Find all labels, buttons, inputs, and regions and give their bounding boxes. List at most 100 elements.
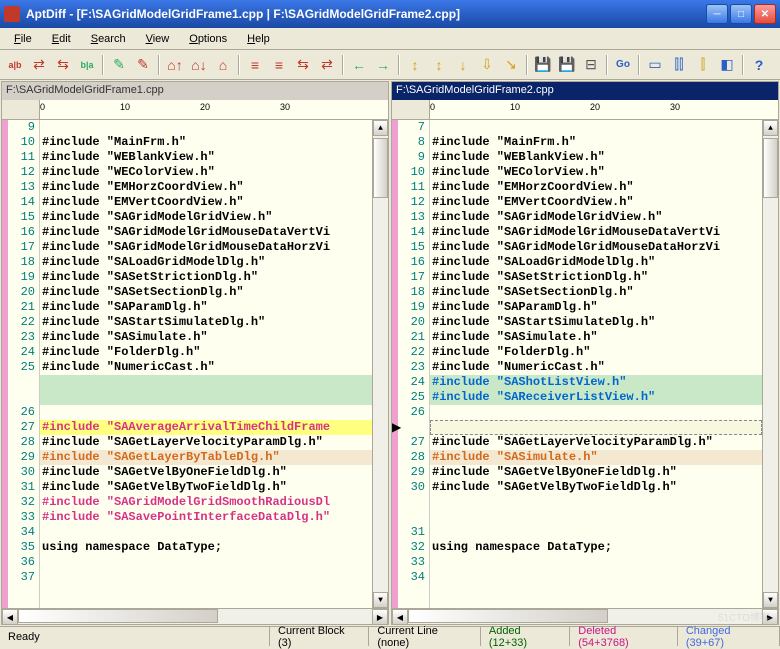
code-line[interactable]: [430, 495, 762, 510]
scroll-left-icon[interactable]: ◀: [2, 609, 18, 625]
code-line[interactable]: #include "EMHorzCoordView.h": [40, 180, 372, 195]
code-line[interactable]: using namespace DataType;: [40, 540, 372, 555]
code-line[interactable]: #include "SASimulate.h": [430, 330, 762, 345]
code-line[interactable]: #include "WEBlankView.h": [430, 150, 762, 165]
code-line[interactable]: [430, 420, 762, 435]
code-line[interactable]: #include "SASetSectionDlg.h": [430, 285, 762, 300]
code-line[interactable]: #include "SAGridModelGridMouseDataHorzVi: [40, 240, 372, 255]
left-hscroll[interactable]: ◀ ▶: [2, 608, 388, 624]
code-line[interactable]: #include "SASimulate.h": [40, 330, 372, 345]
left-pane-title[interactable]: F:\SAGridModelGridFrame1.cpp: [2, 82, 388, 100]
code-line[interactable]: #include "SAGridModelGridMouseDataVertVi: [430, 225, 762, 240]
tool-home-down[interactable]: ⌂↓: [188, 54, 210, 76]
code-line[interactable]: #include "SAStartSimulateDlg.h": [40, 315, 372, 330]
code-line[interactable]: [430, 555, 762, 570]
code-line[interactable]: #include "SAGetLayerVelocityParamDlg.h": [40, 435, 372, 450]
code-line[interactable]: #include "WEColorView.h": [40, 165, 372, 180]
code-line[interactable]: #include "FolderDlg.h": [40, 345, 372, 360]
left-vscroll[interactable]: ▲ ▼: [372, 120, 388, 608]
code-line[interactable]: #include "SAGetVelByTwoFieldDlg.h": [430, 480, 762, 495]
code-line[interactable]: [40, 120, 372, 135]
tool-go[interactable]: Go: [612, 54, 634, 76]
code-line[interactable]: #include "SAGetVelByOneFieldDlg.h": [430, 465, 762, 480]
tool-merge-right[interactable]: ⇄: [316, 54, 338, 76]
tool-save2[interactable]: 💾: [556, 54, 578, 76]
code-line[interactable]: #include "WEColorView.h": [430, 165, 762, 180]
tool-nav1[interactable]: ↕: [404, 54, 426, 76]
code-line[interactable]: [430, 120, 762, 135]
tool-prev[interactable]: ←: [348, 54, 370, 76]
code-line[interactable]: [40, 405, 372, 420]
code-line[interactable]: #include "SAAverageArrivalTimeChildFrame: [40, 420, 372, 435]
tool-nav5[interactable]: ↘: [500, 54, 522, 76]
code-line[interactable]: #include "SAGetLayerVelocityParamDlg.h": [430, 435, 762, 450]
maximize-button[interactable]: □: [730, 4, 752, 24]
code-line[interactable]: #include "MainFrm.h": [40, 135, 372, 150]
code-line[interactable]: [40, 375, 372, 390]
code-line[interactable]: [40, 525, 372, 540]
code-line[interactable]: #include "SAGridModelGridView.h": [40, 210, 372, 225]
tool-save1[interactable]: 💾: [532, 54, 554, 76]
tool-list1[interactable]: ≡: [244, 54, 266, 76]
right-code-area[interactable]: ▶ 78910111213141516171819202122232425262…: [392, 120, 778, 608]
menu-edit[interactable]: Edit: [44, 31, 79, 47]
close-button[interactable]: ✕: [754, 4, 776, 24]
code-line[interactable]: #include "EMHorzCoordView.h": [430, 180, 762, 195]
code-line[interactable]: using namespace DataType;: [430, 540, 762, 555]
tool-view3[interactable]: ⫿: [692, 54, 714, 76]
scroll-down-icon[interactable]: ▼: [373, 592, 388, 608]
left-code-area[interactable]: 9101112131415161718192021222324252627282…: [2, 120, 388, 608]
menu-options[interactable]: Options: [181, 31, 235, 47]
code-line[interactable]: #include "SAParamDlg.h": [430, 300, 762, 315]
code-line[interactable]: #include "SAStartSimulateDlg.h": [430, 315, 762, 330]
menu-view[interactable]: View: [138, 31, 178, 47]
code-line[interactable]: [430, 405, 762, 420]
scroll-left-icon[interactable]: ◀: [392, 609, 408, 625]
tool-swap1[interactable]: ⇄: [28, 54, 50, 76]
tool-next[interactable]: →: [372, 54, 394, 76]
code-line[interactable]: #include "SAParamDlg.h": [40, 300, 372, 315]
left-code-lines[interactable]: #include "MainFrm.h"#include "WEBlankVie…: [40, 120, 372, 608]
minimize-button[interactable]: ─: [706, 4, 728, 24]
code-line[interactable]: #include "SAReceiverListView.h": [430, 390, 762, 405]
code-line[interactable]: #include "NumericCast.h": [430, 360, 762, 375]
code-line[interactable]: #include "SAGridModelGridSmoothRadiousDl: [40, 495, 372, 510]
tool-merge-left[interactable]: ⇆: [292, 54, 314, 76]
menu-search[interactable]: Search: [83, 31, 134, 47]
code-line[interactable]: #include "SASetStrictionDlg.h": [430, 270, 762, 285]
tool-edit-right[interactable]: ✎: [132, 54, 154, 76]
code-line[interactable]: [430, 510, 762, 525]
code-line[interactable]: #include "SAGridModelGridView.h": [430, 210, 762, 225]
code-line[interactable]: #include "SAGetVelByTwoFieldDlg.h": [40, 480, 372, 495]
code-line[interactable]: #include "SASimulate.h": [430, 450, 762, 465]
tool-view4[interactable]: ◧: [716, 54, 738, 76]
menu-file[interactable]: File: [6, 31, 40, 47]
tool-nav3[interactable]: ↓: [452, 54, 474, 76]
code-line[interactable]: [430, 570, 762, 585]
code-line[interactable]: #include "SASetStrictionDlg.h": [40, 270, 372, 285]
code-line[interactable]: #include "WEBlankView.h": [40, 150, 372, 165]
code-line[interactable]: #include "SALoadGridModelDlg.h": [40, 255, 372, 270]
menu-help[interactable]: Help: [239, 31, 278, 47]
scroll-down-icon[interactable]: ▼: [763, 592, 778, 608]
tool-view1[interactable]: ▭: [644, 54, 666, 76]
code-line[interactable]: #include "EMVertCoordView.h": [430, 195, 762, 210]
scroll-right-icon[interactable]: ▶: [372, 609, 388, 625]
tool-help[interactable]: ?: [748, 54, 770, 76]
code-line[interactable]: #include "SAGetLayerByTableDlg.h": [40, 450, 372, 465]
scroll-up-icon[interactable]: ▲: [373, 120, 388, 136]
tool-compare-ab[interactable]: a|b: [4, 54, 26, 76]
code-line[interactable]: #include "SAGridModelGridMouseDataHorzVi: [430, 240, 762, 255]
code-line[interactable]: #include "SASavePointInterfaceDataDlg.h": [40, 510, 372, 525]
tool-list2[interactable]: ≡: [268, 54, 290, 76]
tool-home-up[interactable]: ⌂↑: [164, 54, 186, 76]
code-line[interactable]: #include "NumericCast.h": [40, 360, 372, 375]
code-line[interactable]: #include "EMVertCoordView.h": [40, 195, 372, 210]
right-pane-title[interactable]: F:\SAGridModelGridFrame2.cpp: [392, 82, 778, 100]
code-line[interactable]: #include "SAGetVelByOneFieldDlg.h": [40, 465, 372, 480]
code-line[interactable]: [40, 555, 372, 570]
code-line[interactable]: [40, 390, 372, 405]
tool-save3[interactable]: ⊟: [580, 54, 602, 76]
code-line[interactable]: #include "MainFrm.h": [430, 135, 762, 150]
code-line[interactable]: #include "SAGridModelGridMouseDataVertVi: [40, 225, 372, 240]
